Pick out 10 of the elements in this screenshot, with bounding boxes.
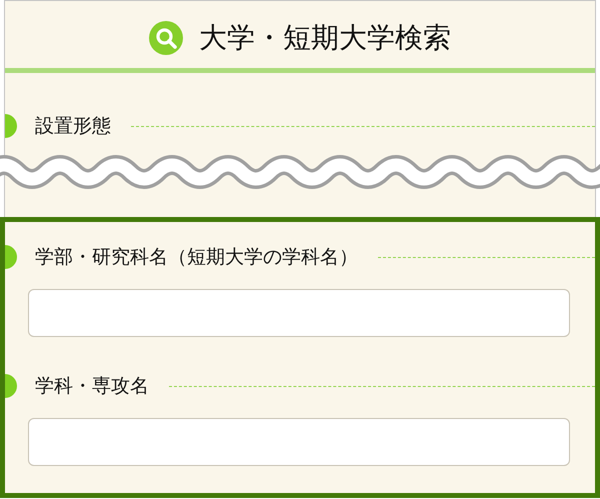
input-field[interactable] xyxy=(28,418,570,466)
field-label: 設置形態 xyxy=(34,114,112,139)
bullet-icon xyxy=(5,245,17,269)
field-label: 学科・専攻名 xyxy=(34,374,150,399)
search-icon xyxy=(149,20,183,54)
input-field[interactable] xyxy=(28,289,570,337)
field-label: 学部・研究科名（短期大学の学科名） xyxy=(34,245,359,270)
bullet-icon xyxy=(5,114,17,138)
page-title: 大学・短期大学検索 xyxy=(199,20,451,54)
bullet-icon xyxy=(5,374,17,398)
